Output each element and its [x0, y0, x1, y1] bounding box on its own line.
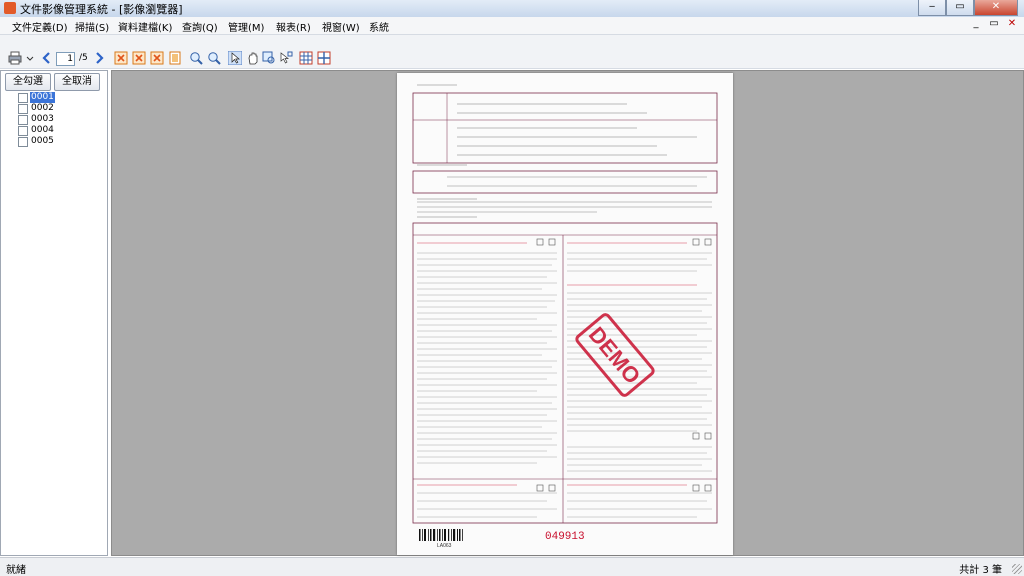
minimize-button[interactable]: ‒	[918, 0, 946, 16]
fit-page-icon[interactable]	[168, 51, 182, 65]
page-total: /5	[79, 53, 88, 63]
grid-view-icon[interactable]	[299, 51, 313, 65]
mdi-close-button[interactable]: ✕	[1006, 18, 1018, 29]
page-checkbox[interactable]	[18, 115, 28, 125]
window-title: 文件影像管理系統 - [影像瀏覽器]	[20, 3, 183, 16]
menu-query[interactable]: 查詢(Q)	[182, 19, 218, 34]
thumbnail-view-icon[interactable]	[317, 51, 331, 65]
barcode	[419, 529, 463, 541]
deselect-all-button[interactable]: 全取消	[54, 73, 100, 91]
demo-stamp: DEMO	[575, 313, 655, 397]
window-controls: ‒ ▭ ✕	[918, 0, 1018, 16]
menu-system[interactable]: 系統	[369, 19, 389, 34]
mdi-minimize-button[interactable]: _	[970, 18, 982, 29]
zoom-window-icon[interactable]	[262, 51, 276, 65]
page-checkbox[interactable]	[18, 104, 28, 114]
page-label: 0001	[30, 92, 55, 103]
next-page-icon[interactable]	[92, 51, 106, 65]
serial-number: 049913	[545, 531, 585, 543]
previous-page-icon[interactable]	[40, 51, 54, 65]
menu-bar: 文件定義(D) 掃描(S) 資料建檔(K) 查詢(Q) 管理(M) 報表(R) …	[0, 17, 1024, 35]
menu-manage[interactable]: 管理(M)	[228, 19, 264, 34]
resize-grip-icon[interactable]	[1012, 564, 1022, 574]
menu-report[interactable]: 報表(R)	[276, 19, 311, 34]
status-bar: 就緒 共計 3 筆	[0, 557, 1024, 576]
print-icon[interactable]	[8, 51, 22, 65]
select-all-button[interactable]: 全勾選	[5, 73, 51, 91]
mdi-controls: _ ▭ ✕	[970, 18, 1018, 29]
stamp-text: DEMO	[584, 322, 646, 389]
page-checkbox[interactable]	[18, 126, 28, 136]
scanned-form: DEMO LA063 049913	[412, 84, 718, 549]
page-label: 0003	[31, 114, 54, 124]
rotate-left-icon[interactable]	[132, 51, 146, 65]
page-label: 0002	[31, 103, 54, 113]
page-number-input[interactable]: 1	[56, 52, 75, 66]
barcode-text: LA063	[437, 543, 452, 549]
page-label: 0004	[31, 125, 54, 135]
menu-file-definition[interactable]: 文件定義(D)	[12, 19, 68, 34]
page-checkbox[interactable]	[18, 93, 28, 103]
page-label: 0005	[31, 136, 54, 146]
document-page-image[interactable]: DEMO LA063 049913	[397, 73, 733, 555]
title-bar: 文件影像管理系統 - [影像瀏覽器] ‒ ▭ ✕	[0, 0, 1024, 18]
mdi-restore-button[interactable]: ▭	[988, 18, 1000, 29]
pointer-icon[interactable]	[228, 51, 242, 65]
select-region-icon[interactable]	[279, 51, 293, 65]
zoom-in-icon[interactable]	[189, 51, 203, 65]
print-dropdown-icon[interactable]	[26, 53, 34, 63]
close-button[interactable]: ✕	[974, 0, 1018, 16]
menu-scan[interactable]: 掃描(S)	[75, 19, 109, 34]
rotate-right-icon[interactable]	[150, 51, 164, 65]
record-count: 共計 3 筆	[959, 565, 1002, 576]
status-text: 就緒	[6, 565, 26, 576]
first-page-icon[interactable]	[114, 51, 128, 65]
menu-window[interactable]: 視窗(W)	[322, 19, 360, 34]
hand-pan-icon[interactable]	[246, 51, 260, 65]
zoom-out-icon[interactable]	[207, 51, 221, 65]
menu-data-entry[interactable]: 資料建檔(K)	[118, 19, 172, 34]
maximize-button[interactable]: ▭	[946, 0, 974, 16]
page-checkbox[interactable]	[18, 137, 28, 147]
app-icon	[4, 2, 16, 14]
